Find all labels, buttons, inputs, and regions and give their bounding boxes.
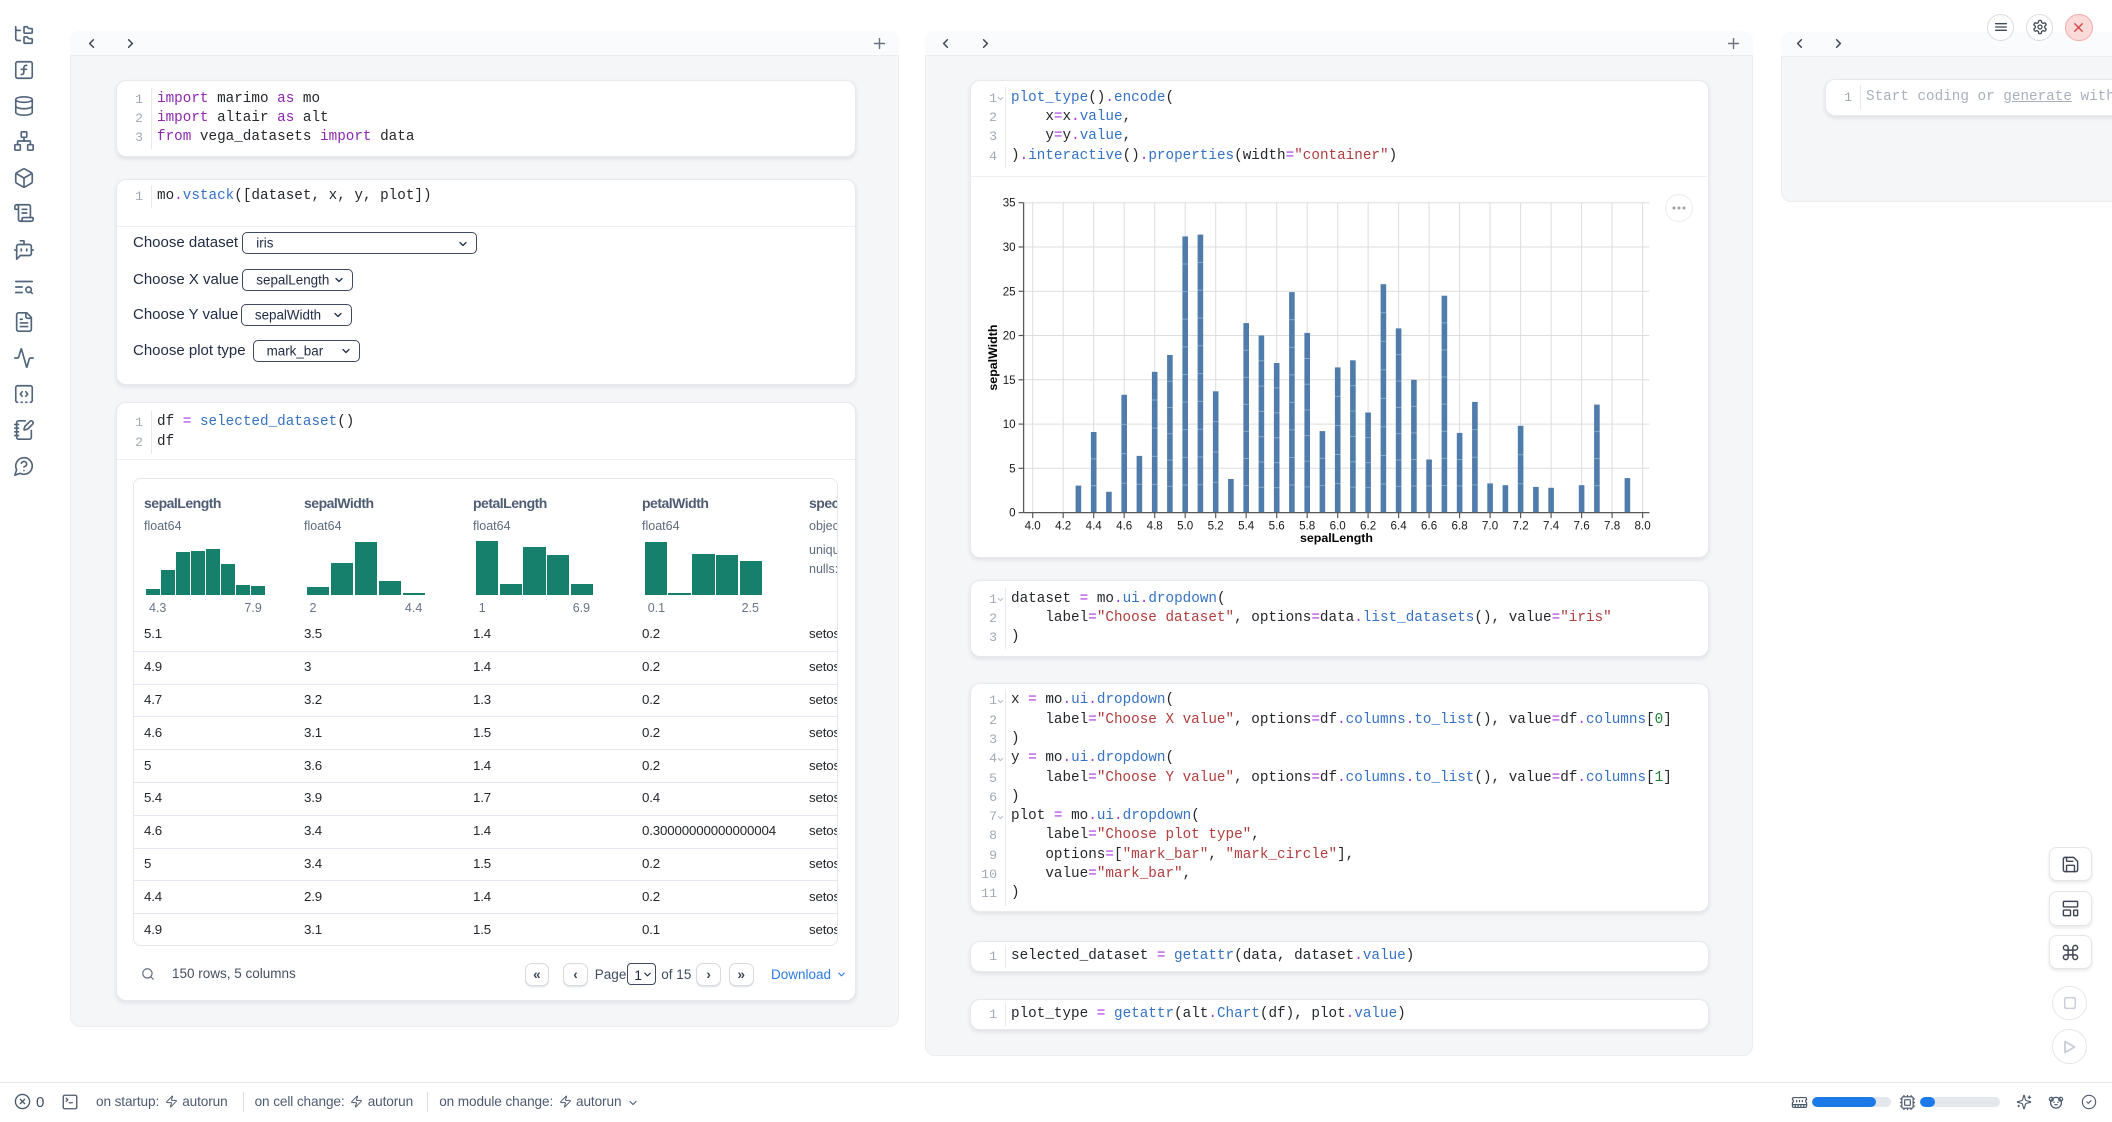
- svg-text:15: 15: [1003, 374, 1016, 387]
- svg-text:6.4: 6.4: [1391, 520, 1408, 533]
- svg-text:4.8: 4.8: [1147, 520, 1163, 533]
- svg-text:7.2: 7.2: [1513, 520, 1529, 533]
- svg-text:25: 25: [1003, 285, 1016, 298]
- svg-text:7.6: 7.6: [1574, 520, 1590, 533]
- svg-text:4.6: 4.6: [1116, 520, 1132, 533]
- svg-text:4.0: 4.0: [1025, 520, 1041, 533]
- svg-text:sepalLength: sepalLength: [1300, 531, 1373, 545]
- svg-text:sepalWidth: sepalWidth: [986, 325, 1000, 391]
- svg-text:7.8: 7.8: [1604, 520, 1620, 533]
- svg-text:4.2: 4.2: [1055, 520, 1071, 533]
- svg-text:5.6: 5.6: [1269, 520, 1285, 533]
- svg-text:6.6: 6.6: [1421, 520, 1437, 533]
- svg-text:0: 0: [1009, 507, 1015, 520]
- svg-text:35: 35: [1003, 197, 1016, 210]
- svg-text:5.4: 5.4: [1238, 520, 1255, 533]
- svg-text:8.0: 8.0: [1635, 520, 1651, 533]
- svg-text:10: 10: [1003, 418, 1016, 431]
- svg-text:20: 20: [1003, 330, 1016, 343]
- svg-text:5.0: 5.0: [1177, 520, 1193, 533]
- svg-text:7.4: 7.4: [1543, 520, 1560, 533]
- svg-text:6.8: 6.8: [1452, 520, 1468, 533]
- svg-text:7.0: 7.0: [1482, 520, 1498, 533]
- svg-text:4.4: 4.4: [1086, 520, 1103, 533]
- svg-text:30: 30: [1003, 241, 1016, 254]
- svg-text:5.2: 5.2: [1208, 520, 1224, 533]
- svg-text:5: 5: [1009, 462, 1015, 475]
